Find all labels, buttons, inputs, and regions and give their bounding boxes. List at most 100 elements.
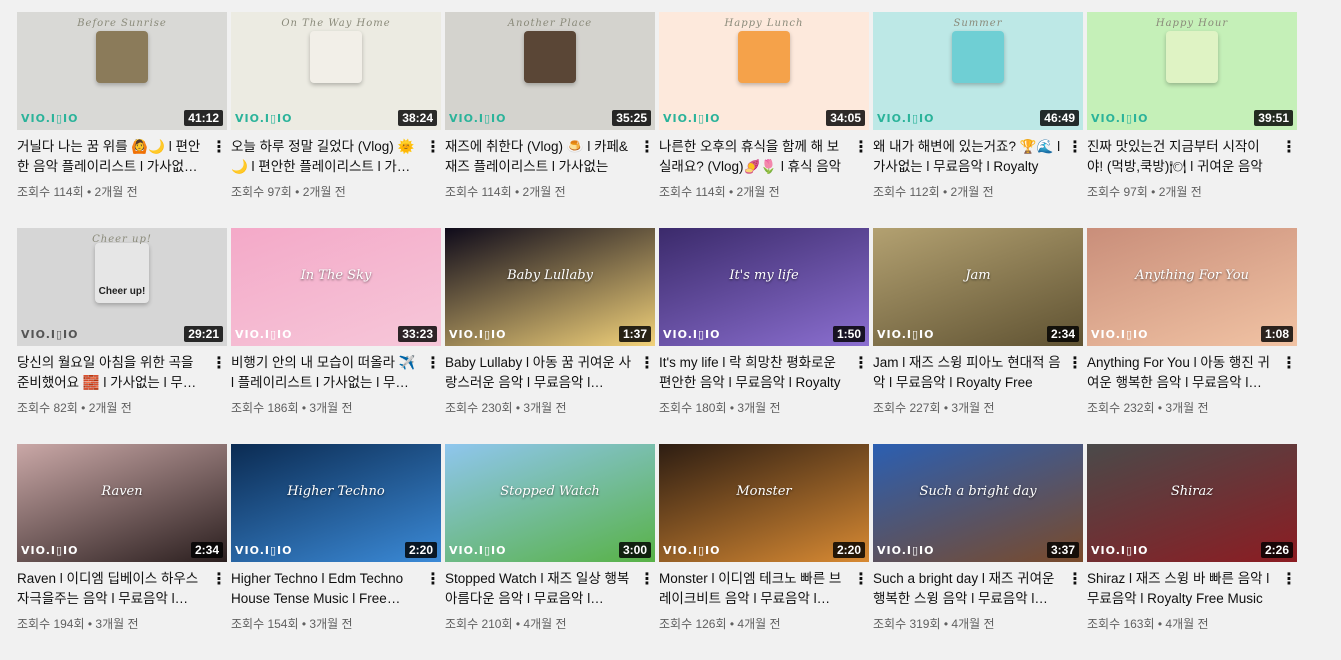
video-thumbnail[interactable]: Such a bright day VIO.I▯IO 3:37 <box>873 444 1083 562</box>
channel-logo: VIO.I▯IO <box>235 544 293 557</box>
thumbnail-sticker-image <box>1166 30 1218 83</box>
video-card[interactable]: Happy Hour VIO.I▯IO 39:51 진짜 맛있는건 지금부터 시작이야… <box>1087 12 1297 228</box>
more-options-icon[interactable]: ⋮ <box>1067 138 1083 158</box>
video-thumbnail[interactable]: Happy Hour VIO.I▯IO 39:51 <box>1087 12 1297 130</box>
video-title[interactable]: Baby Lullaby l 아동 꿈 귀여운 사랑스러운 음악 l 무료음악 … <box>445 353 633 393</box>
video-card[interactable]: Before Sunrise VIO.I▯IO 41:12 거닐다 나는 꿈 위를 🙆… <box>17 12 227 228</box>
video-stats: 조회수 154회 • 3개월 전 <box>231 615 419 632</box>
more-options-icon[interactable]: ⋮ <box>1281 354 1297 374</box>
video-title[interactable]: Such a bright day l 재즈 귀여운 행복한 스윙 음악 l 무… <box>873 569 1061 609</box>
video-thumbnail[interactable]: Baby Lullaby VIO.I▯IO 1:37 <box>445 228 655 346</box>
thumbnail-title: Summer <box>953 18 1003 29</box>
view-count: 조회수 163회 <box>1087 617 1155 631</box>
video-thumbnail[interactable]: Another Place VIO.I▯IO 35:25 <box>445 12 655 130</box>
video-title[interactable]: Shiraz l 재즈 스윙 바 빠른 음악 l 무료음악 l Royalty … <box>1087 569 1275 609</box>
separator-dot: • <box>298 617 310 631</box>
video-thumbnail[interactable]: Happy Lunch VIO.I▯IO 34:05 <box>659 12 869 130</box>
video-meta: Anything For You l 아동 행진 귀여운 행복한 음악 l 무료… <box>1087 346 1297 416</box>
video-thumbnail[interactable]: In The Sky VIO.I▯IO 33:23 <box>231 228 441 346</box>
more-options-icon[interactable]: ⋮ <box>639 138 655 158</box>
more-options-icon[interactable]: ⋮ <box>853 570 869 590</box>
more-options-icon[interactable]: ⋮ <box>853 354 869 374</box>
video-thumbnail[interactable]: Summer VIO.I▯IO 46:49 <box>873 12 1083 130</box>
video-title[interactable]: Raven l 이디엠 딥베이스 하우스 자극을주는 음악 l 무료음악 l R… <box>17 569 205 609</box>
video-title[interactable]: 재즈에 취한다 (Vlog) 🍮 l 카페&재즈 플레이리스트 l 가사없는 <box>445 137 633 177</box>
video-thumbnail[interactable]: Cheer up! Cheer up! VIO.I▯IO 29:21 <box>17 228 227 346</box>
video-card[interactable]: Shiraz VIO.I▯IO 2:26 Shiraz l 재즈 스윙 바 빠른 음악… <box>1087 444 1297 660</box>
video-title[interactable]: 비행기 안의 내 모습이 떠올라 ✈️ l 플레이리스트 l 가사없는 l 무료… <box>231 353 419 393</box>
video-card[interactable]: On The Way Home VIO.I▯IO 38:24 오늘 하루 정말 길었다… <box>231 12 441 228</box>
video-card[interactable]: It's my life VIO.I▯IO 1:50 It's my life l 락… <box>659 228 869 444</box>
separator-dot: • <box>512 617 524 631</box>
more-options-icon[interactable]: ⋮ <box>1067 570 1083 590</box>
video-title[interactable]: Higher Techno l Edm Techno House Tense M… <box>231 569 419 609</box>
video-card[interactable]: Cheer up! Cheer up! VIO.I▯IO 29:21 당신의 월요일 아… <box>17 228 227 444</box>
video-thumbnail[interactable]: Higher Techno VIO.I▯IO 2:20 <box>231 444 441 562</box>
video-thumbnail[interactable]: Stopped Watch VIO.I▯IO 3:00 <box>445 444 655 562</box>
upload-age: 3개월 전 <box>737 401 781 415</box>
video-title[interactable]: 왜 내가 해변에 있는거죠? 🏆🌊 l 가사없는 l 무료음악 l Royalt… <box>873 137 1061 177</box>
video-title[interactable]: Jam l 재즈 스윙 피아노 현대적 음악 l 무료음악 l Royalty … <box>873 353 1061 393</box>
view-count: 조회수 114회 <box>445 185 512 199</box>
video-thumbnail[interactable]: Jam VIO.I▯IO 2:34 <box>873 228 1083 346</box>
video-title[interactable]: It's my life l 락 희망찬 평화로운 편안한 음악 l 무료음악 … <box>659 353 847 393</box>
more-options-icon[interactable]: ⋮ <box>639 570 655 590</box>
thumbnail-sticker-image <box>310 30 362 83</box>
video-card[interactable]: Summer VIO.I▯IO 46:49 왜 내가 해변에 있는거죠? 🏆🌊 l 가… <box>873 12 1083 228</box>
video-meta: 오늘 하루 정말 길었다 (Vlog) 🌞🌙 l 편안한 플레이리스트 l 가사… <box>231 130 441 200</box>
video-card[interactable]: Such a bright day VIO.I▯IO 3:37 Such a brig… <box>873 444 1083 660</box>
video-card[interactable]: Stopped Watch VIO.I▯IO 3:00 Stopped Watch l… <box>445 444 655 660</box>
more-options-icon[interactable]: ⋮ <box>425 138 441 158</box>
video-card[interactable]: Baby Lullaby VIO.I▯IO 1:37 Baby Lullaby l 아… <box>445 228 655 444</box>
more-options-icon[interactable]: ⋮ <box>211 354 227 374</box>
video-card[interactable]: Higher Techno VIO.I▯IO 2:20 Higher Techno l… <box>231 444 441 660</box>
video-card[interactable]: Jam VIO.I▯IO 2:34 Jam l 재즈 스윙 피아노 현대적 음악 l … <box>873 228 1083 444</box>
more-options-icon[interactable]: ⋮ <box>853 138 869 158</box>
duration-badge: 29:21 <box>184 326 223 342</box>
video-title[interactable]: Monster l 이디엠 테크노 빠른 브레이크비트 음악 l 무료음악 l … <box>659 569 847 609</box>
video-title[interactable]: 진짜 맛있는건 지금부터 시작이야! (먹방,쿡방)🍽 l 귀여운 음악 <box>1087 137 1275 177</box>
separator-dot: • <box>298 401 310 415</box>
more-options-icon[interactable]: ⋮ <box>1281 138 1297 158</box>
video-meta: 나른한 오후의 휴식을 함께 해 보실래요? (Vlog)🍠🌷 l 휴식 음악 ⋮… <box>659 130 869 200</box>
upload-age: 3개월 전 <box>309 401 353 415</box>
video-title[interactable]: 당신의 월요일 아침을 위한 곡을 준비했어요 🧱 l 가사없는 l 무료음악 <box>17 353 205 393</box>
video-card[interactable]: In The Sky VIO.I▯IO 33:23 비행기 안의 내 모습이 떠올라 … <box>231 228 441 444</box>
video-title[interactable]: 나른한 오후의 휴식을 함께 해 보실래요? (Vlog)🍠🌷 l 휴식 음악 <box>659 137 847 177</box>
duration-badge: 1:37 <box>618 326 651 342</box>
more-options-icon[interactable]: ⋮ <box>639 354 655 374</box>
channel-logo: VIO.I▯IO <box>877 112 935 125</box>
video-card[interactable]: Monster VIO.I▯IO 2:20 Monster l 이디엠 테크노 빠른 … <box>659 444 869 660</box>
video-card[interactable]: Anything For You VIO.I▯IO 1:08 Anything For… <box>1087 228 1297 444</box>
video-stats: 조회수 126회 • 4개월 전 <box>659 615 847 632</box>
video-thumbnail[interactable]: Raven VIO.I▯IO 2:34 <box>17 444 227 562</box>
video-title[interactable]: 오늘 하루 정말 길었다 (Vlog) 🌞🌙 l 편안한 플레이리스트 l 가사… <box>231 137 419 177</box>
channel-logo: VIO.I▯IO <box>21 544 79 557</box>
video-thumbnail[interactable]: Shiraz VIO.I▯IO 2:26 <box>1087 444 1297 562</box>
video-thumbnail[interactable]: It's my life VIO.I▯IO 1:50 <box>659 228 869 346</box>
more-options-icon[interactable]: ⋮ <box>425 570 441 590</box>
video-card[interactable]: Another Place VIO.I▯IO 35:25 재즈에 취한다 (Vlog)… <box>445 12 655 228</box>
video-thumbnail[interactable]: Before Sunrise VIO.I▯IO 41:12 <box>17 12 227 130</box>
video-thumbnail[interactable]: On The Way Home VIO.I▯IO 38:24 <box>231 12 441 130</box>
more-options-icon[interactable]: ⋮ <box>425 354 441 374</box>
video-title[interactable]: Stopped Watch l 재즈 일상 행복 아름다운 음악 l 무료음악 … <box>445 569 633 609</box>
video-thumbnail[interactable]: Anything For You VIO.I▯IO 1:08 <box>1087 228 1297 346</box>
video-card[interactable]: Happy Lunch VIO.I▯IO 34:05 나른한 오후의 휴식을 함께 해… <box>659 12 869 228</box>
upload-age: 2개월 전 <box>950 185 994 199</box>
channel-logo: VIO.I▯IO <box>449 328 507 341</box>
more-options-icon[interactable]: ⋮ <box>211 138 227 158</box>
more-options-icon[interactable]: ⋮ <box>1281 570 1297 590</box>
thumbnail-sticker-image <box>96 30 148 83</box>
video-thumbnail[interactable]: Monster VIO.I▯IO 2:20 <box>659 444 869 562</box>
view-count: 조회수 210회 <box>445 617 513 631</box>
more-options-icon[interactable]: ⋮ <box>1067 354 1083 374</box>
video-title[interactable]: 거닐다 나는 꿈 위를 🙆🌙 l 편안한 음악 플레이리스트 l 가사없는 l … <box>17 137 205 177</box>
video-stats: 조회수 227회 • 3개월 전 <box>873 399 1061 416</box>
video-title[interactable]: Anything For You l 아동 행진 귀여운 행복한 음악 l 무료… <box>1087 353 1275 393</box>
video-meta: 거닐다 나는 꿈 위를 🙆🌙 l 편안한 음악 플레이리스트 l 가사없는 l … <box>17 130 227 200</box>
view-count: 조회수 194회 <box>17 617 85 631</box>
channel-logo: VIO.I▯IO <box>877 328 935 341</box>
more-options-icon[interactable]: ⋮ <box>211 570 227 590</box>
video-card[interactable]: Raven VIO.I▯IO 2:34 Raven l 이디엠 딥베이스 하우스 자극… <box>17 444 227 660</box>
